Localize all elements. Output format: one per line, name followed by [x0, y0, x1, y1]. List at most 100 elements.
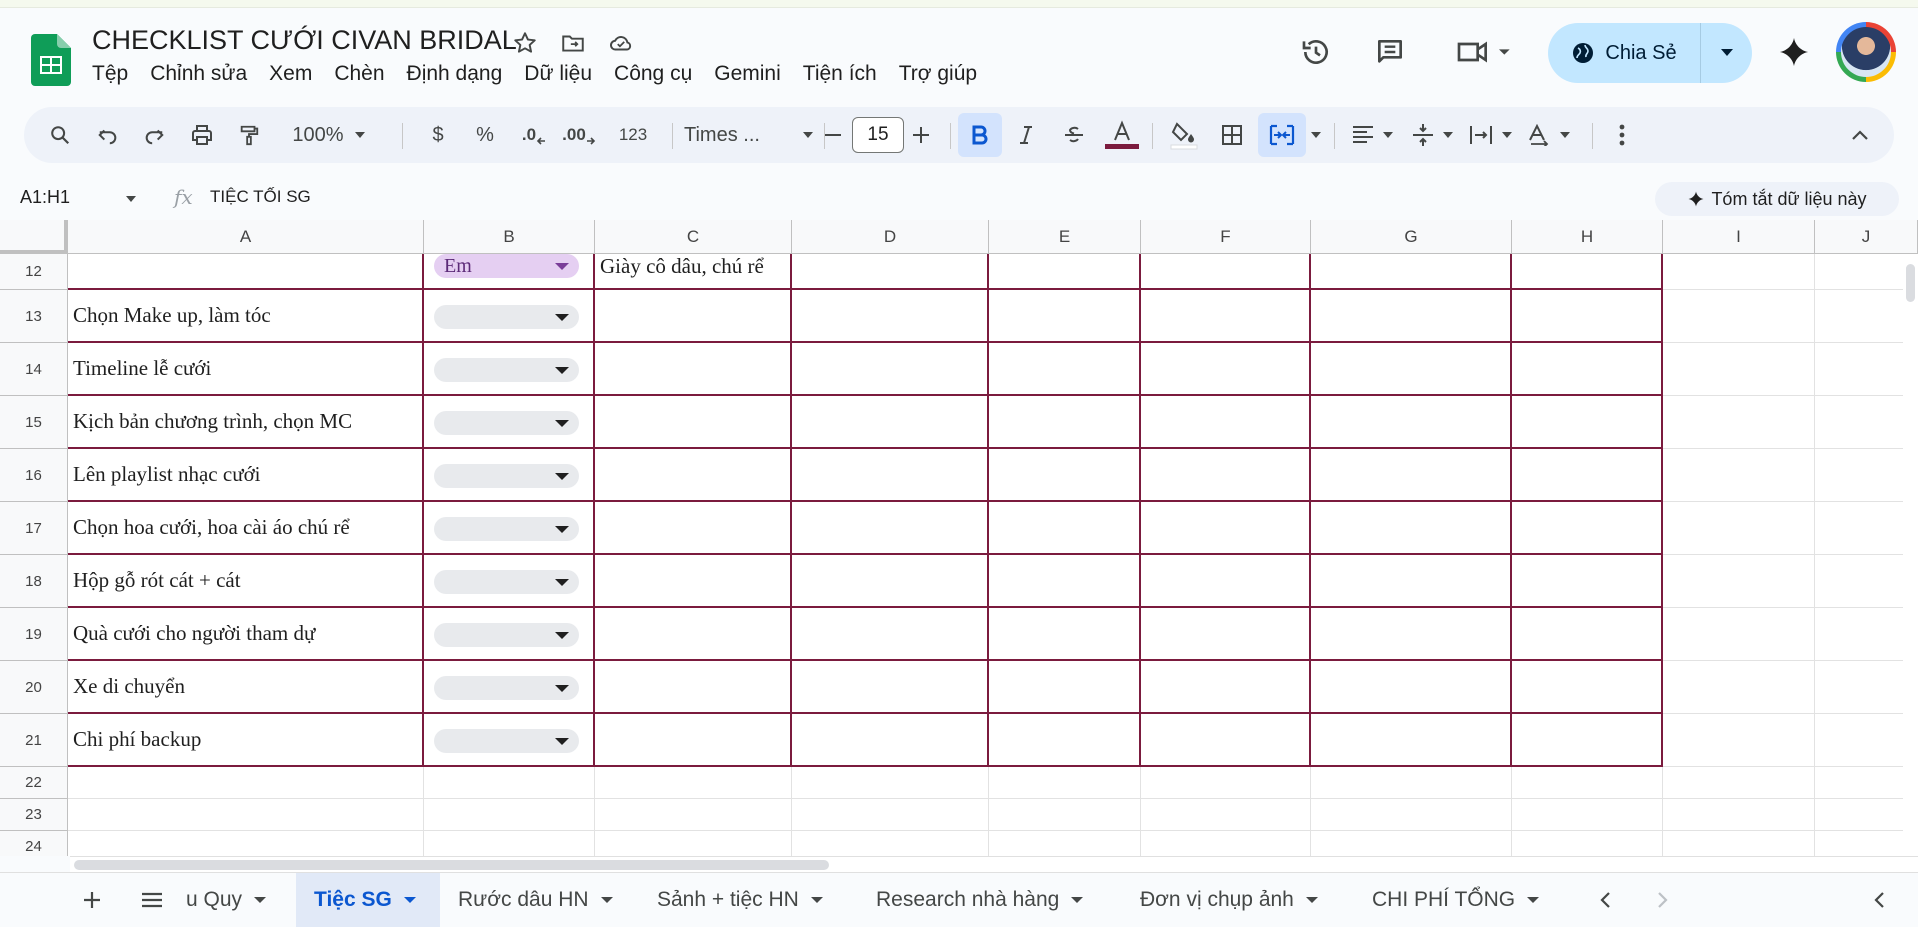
- cell-h18[interactable]: [1512, 555, 1663, 608]
- cell-i13[interactable]: [1663, 290, 1815, 343]
- cell-e20[interactable]: [989, 661, 1141, 714]
- vertical-align-button[interactable]: [1402, 107, 1464, 163]
- column-header-f[interactable]: F: [1141, 220, 1311, 254]
- text-color-button[interactable]: [1100, 107, 1144, 163]
- search-icon[interactable]: [40, 107, 80, 163]
- menu-edit[interactable]: Chỉnh sửa: [150, 62, 247, 86]
- scroll-tabs-left-button[interactable]: [1594, 873, 1616, 927]
- number-format-button[interactable]: 123: [608, 107, 658, 163]
- share-button[interactable]: Chia Sẻ: [1548, 23, 1752, 83]
- all-sheets-button[interactable]: [138, 873, 166, 927]
- cell-d17[interactable]: [792, 502, 989, 555]
- status-dropdown-chip[interactable]: [434, 622, 579, 647]
- zoom-select[interactable]: 100%: [284, 107, 374, 163]
- status-dropdown-chip[interactable]: [434, 410, 579, 435]
- cell-g15[interactable]: [1311, 396, 1512, 449]
- cell-f18[interactable]: [1141, 555, 1311, 608]
- cell-f17[interactable]: [1141, 502, 1311, 555]
- cell-g20[interactable]: [1311, 661, 1512, 714]
- status-dropdown-chip[interactable]: [434, 304, 579, 329]
- column-header-a[interactable]: A: [68, 220, 424, 254]
- status-dropdown-chip[interactable]: [434, 675, 579, 700]
- cell-h12[interactable]: [1512, 254, 1663, 290]
- merge-dropdown[interactable]: [1306, 107, 1326, 163]
- cell-e21[interactable]: [989, 714, 1141, 767]
- cell-g13[interactable]: [1311, 290, 1512, 343]
- cell-d24[interactable]: [792, 831, 989, 856]
- horizontal-scrollbar[interactable]: [70, 856, 1918, 873]
- cell-h24[interactable]: [1512, 831, 1663, 856]
- cell-c18[interactable]: [595, 555, 792, 608]
- cell-i14[interactable]: [1663, 343, 1815, 396]
- cell-b19[interactable]: [424, 608, 595, 661]
- document-title[interactable]: CHECKLIST CƯỚI CIVAN BRIDAL: [92, 25, 517, 56]
- cell-c17[interactable]: [595, 502, 792, 555]
- row-header[interactable]: 22: [0, 767, 68, 799]
- menu-gemini[interactable]: Gemini: [714, 62, 781, 86]
- cell-f15[interactable]: [1141, 396, 1311, 449]
- name-box[interactable]: A1:H1: [20, 187, 137, 208]
- cell-e19[interactable]: [989, 608, 1141, 661]
- cell-e15[interactable]: [989, 396, 1141, 449]
- cell-g21[interactable]: [1311, 714, 1512, 767]
- cell-d12[interactable]: [792, 254, 989, 290]
- row-header[interactable]: 21: [0, 714, 68, 767]
- sheet-tab-6[interactable]: CHI PHÍ TỔNG: [1372, 873, 1540, 927]
- formula-input[interactable]: TIỆC TỐI SG: [210, 187, 311, 207]
- cell-e14[interactable]: [989, 343, 1141, 396]
- horizontal-align-button[interactable]: [1342, 107, 1404, 163]
- row-header[interactable]: 16: [0, 449, 68, 502]
- video-call-icon[interactable]: [1452, 30, 1522, 74]
- cell-b15[interactable]: [424, 396, 595, 449]
- cell-e18[interactable]: [989, 555, 1141, 608]
- cell-g17[interactable]: [1311, 502, 1512, 555]
- spreadsheet-grid[interactable]: A B C D E F G H I J 12 Em Giày cô dâu, chú rể 13 Chọn …: [0, 220, 1918, 856]
- cell-i12[interactable]: [1663, 254, 1815, 290]
- cell-h16[interactable]: [1512, 449, 1663, 502]
- column-header-i[interactable]: I: [1663, 220, 1815, 254]
- select-all-corner[interactable]: [0, 220, 68, 254]
- italic-button[interactable]: [1006, 107, 1046, 163]
- avatar[interactable]: [1836, 22, 1896, 82]
- cell-d18[interactable]: [792, 555, 989, 608]
- sheet-tab-3[interactable]: Sảnh + tiệc HN: [657, 873, 823, 927]
- sheets-logo-icon[interactable]: [31, 34, 71, 86]
- cell-d21[interactable]: [792, 714, 989, 767]
- cell-a15[interactable]: Kịch bản chương trình, chọn MC: [68, 396, 424, 449]
- horizontal-scroll-thumb[interactable]: [74, 860, 829, 870]
- sheet-tab-5[interactable]: Đơn vị chụp ảnh: [1140, 873, 1318, 927]
- row-header[interactable]: 12: [0, 254, 68, 290]
- cell-h17[interactable]: [1512, 502, 1663, 555]
- undo-icon[interactable]: [88, 107, 128, 163]
- cell-c12[interactable]: Giày cô dâu, chú rể: [595, 254, 792, 290]
- move-folder-icon[interactable]: [558, 28, 588, 58]
- percent-format-button[interactable]: %: [469, 107, 501, 163]
- column-header-h[interactable]: H: [1512, 220, 1663, 254]
- cell-b21[interactable]: [424, 714, 595, 767]
- fill-color-button[interactable]: [1162, 107, 1206, 163]
- row-header[interactable]: 14: [0, 343, 68, 396]
- column-header-e[interactable]: E: [989, 220, 1141, 254]
- status-dropdown-chip[interactable]: Em: [434, 254, 579, 278]
- menu-insert[interactable]: Chèn: [334, 62, 384, 86]
- cell-c19[interactable]: [595, 608, 792, 661]
- column-header-g[interactable]: G: [1311, 220, 1512, 254]
- row-header[interactable]: 13: [0, 290, 68, 343]
- cell-c16[interactable]: [595, 449, 792, 502]
- cell-d16[interactable]: [792, 449, 989, 502]
- cell-g18[interactable]: [1311, 555, 1512, 608]
- status-dropdown-chip[interactable]: [434, 728, 579, 753]
- cell-e12[interactable]: [989, 254, 1141, 290]
- cell-b20[interactable]: [424, 661, 595, 714]
- cell-g12[interactable]: [1311, 254, 1512, 290]
- font-select[interactable]: Times ...: [684, 107, 814, 163]
- cell-e17[interactable]: [989, 502, 1141, 555]
- collapse-icon[interactable]: [1840, 107, 1880, 163]
- cell-c23[interactable]: [595, 799, 792, 831]
- cell-h20[interactable]: [1512, 661, 1663, 714]
- vertical-scrollbar[interactable]: [1903, 254, 1918, 856]
- cell-i18[interactable]: [1663, 555, 1815, 608]
- cell-g23[interactable]: [1311, 799, 1512, 831]
- cell-i19[interactable]: [1663, 608, 1815, 661]
- share-main[interactable]: Chia Sẻ: [1548, 23, 1701, 83]
